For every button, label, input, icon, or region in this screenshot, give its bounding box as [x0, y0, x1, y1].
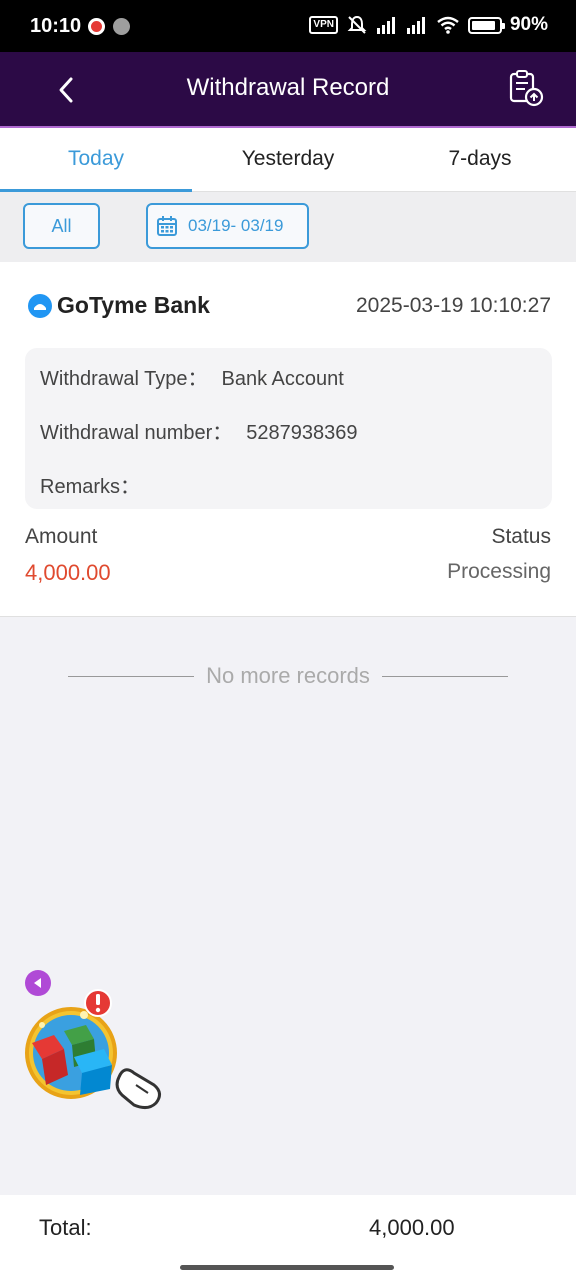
filter-all-button[interactable]: All: [23, 203, 100, 249]
vpn-icon: VPN: [309, 16, 338, 34]
tab-today[interactable]: Today: [0, 128, 192, 192]
signal-icon-2: [406, 17, 425, 34]
filter-bar: All 03/19- 03/19: [0, 192, 576, 262]
withdrawal-number-row: Withdrawal number： 5287938369: [40, 416, 358, 445]
date-tabs: Today Yesterday 7-days: [0, 128, 576, 192]
withdrawal-type-label: Withdrawal Type：: [40, 368, 208, 390]
divider: [381, 675, 508, 677]
status-bar: 10:10 VPN 90%: [0, 0, 576, 52]
floating-game-widget[interactable]: [24, 985, 169, 1115]
signal-icon: [376, 17, 395, 34]
total-value: 4,000.00: [369, 1215, 455, 1240]
divider: [68, 675, 195, 677]
tab-7-days[interactable]: 7-days: [384, 128, 576, 191]
status-label: Status: [491, 525, 551, 548]
status-value: Processing: [447, 560, 551, 583]
withdrawal-number-label: Withdrawal number：: [40, 422, 233, 444]
battery-percent: 90%: [509, 14, 548, 35]
date-range-button[interactable]: 03/19- 03/19: [146, 203, 309, 249]
withdrawal-number-value: 5287938369: [246, 422, 358, 444]
clipboard-upload-icon: [509, 70, 544, 107]
notification-app-icon: [88, 18, 105, 35]
total-footer: Total: 4,000.00: [0, 1195, 576, 1280]
total-label: Total:: [39, 1215, 92, 1240]
notification-avatar-icon: [113, 18, 130, 35]
export-records-button[interactable]: [506, 68, 546, 108]
wifi-icon: [437, 16, 459, 34]
status-time: 10:10: [30, 15, 82, 37]
record-details: Withdrawal Type： Bank Account Withdrawal …: [25, 348, 552, 509]
tab-yesterday[interactable]: Yesterday: [192, 128, 384, 191]
game-cubes-icon: [25, 989, 161, 1110]
amount-label: Amount: [25, 525, 98, 548]
withdrawal-record-card[interactable]: GoTyme Bank 2025-03-19 10:10:27 Withdraw…: [0, 262, 576, 617]
remarks-label: Remarks：: [40, 476, 141, 498]
remarks-row: Remarks：: [40, 470, 154, 499]
bank-name: GoTyme Bank: [57, 292, 210, 318]
app-header: Withdrawal Record: [0, 52, 576, 128]
date-range-label: 03/19- 03/19: [188, 216, 284, 235]
battery-icon: [467, 16, 505, 34]
page-title: Withdrawal Record: [186, 74, 390, 101]
amount-value: 4,000.00: [25, 560, 111, 585]
calendar-icon: [157, 216, 177, 236]
no-more-records-text: No more records: [206, 663, 370, 688]
record-datetime: 2025-03-19 10:10:27: [356, 294, 551, 317]
withdrawal-type-value: Bank Account: [221, 368, 344, 390]
bank-logo-icon: [28, 294, 52, 318]
list-end-indicator: No more records: [68, 660, 508, 692]
mute-icon: [347, 15, 367, 34]
withdrawal-type-row: Withdrawal Type： Bank Account: [40, 362, 344, 391]
home-indicator[interactable]: [180, 1265, 394, 1270]
